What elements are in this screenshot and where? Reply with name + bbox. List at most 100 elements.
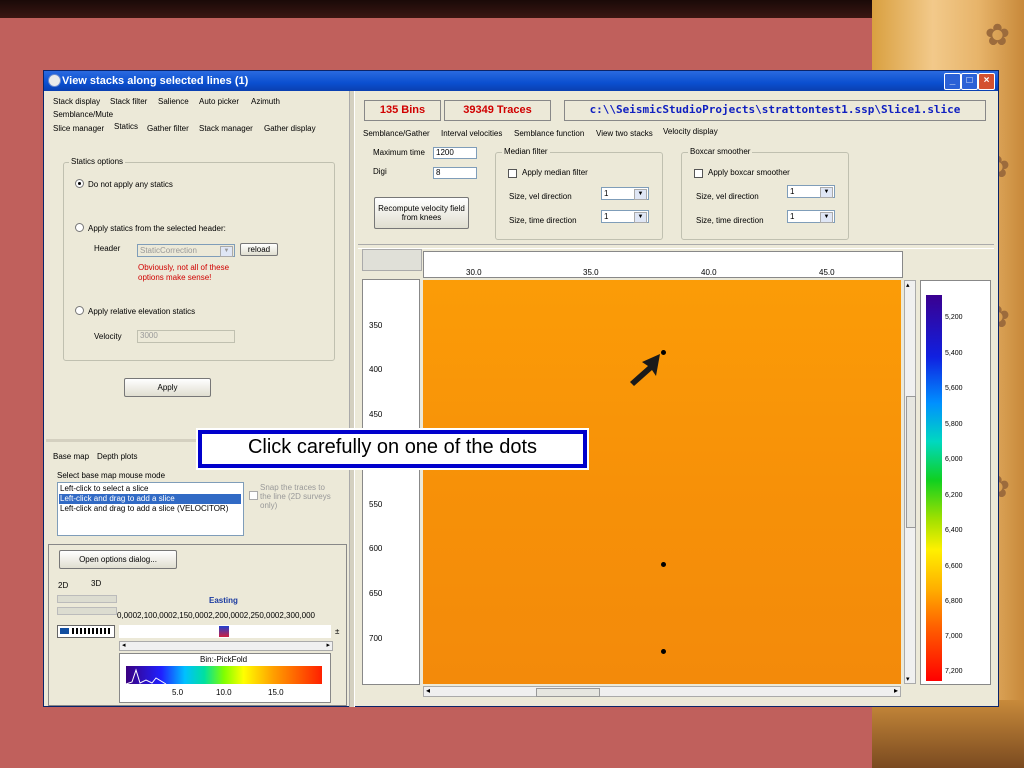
velocity-heatmap[interactable] <box>423 280 901 684</box>
scroll-down-icon[interactable]: ▾ <box>906 675 910 683</box>
tab-interval-velocities[interactable]: Interval velocities <box>441 129 502 138</box>
tab-semblance-mute[interactable]: Semblance/Mute <box>53 110 113 119</box>
plot-corner <box>362 249 422 271</box>
tab-3d[interactable]: 3D <box>91 579 101 588</box>
scroll-up-down-icon[interactable]: ± <box>335 627 339 636</box>
colorbar-tick: 5,200 <box>945 314 963 321</box>
mouse-mode-label: Select base map mouse mode <box>57 471 166 480</box>
title-bar[interactable]: View stacks along selected lines (1) _ □… <box>44 71 998 91</box>
easting-ticks: 0,0002,100,0002,150,0002,200,0002,250,00… <box>117 611 315 620</box>
map-scrollbar[interactable] <box>57 607 117 615</box>
reload-button[interactable]: reload <box>240 243 278 256</box>
map-scrollbar[interactable] <box>57 595 117 603</box>
open-options-button[interactable]: Open options dialog... <box>59 550 177 569</box>
radio-no-statics-label: Do not apply any statics <box>88 180 173 189</box>
tab-slice-manager[interactable]: Slice manager <box>53 124 104 133</box>
radio-header-statics[interactable] <box>75 223 84 232</box>
tab-gather-filter[interactable]: Gather filter <box>147 124 189 133</box>
radio-elevation-statics[interactable] <box>75 306 84 315</box>
velocity-label: Velocity <box>94 332 122 341</box>
colorbar-tick: 5,400 <box>945 350 963 357</box>
snap-label-2: the line (2D surveys <box>260 492 331 501</box>
radio-no-statics[interactable] <box>75 179 84 188</box>
easting-label: Easting <box>209 596 238 605</box>
map-tool-icon <box>60 628 69 634</box>
digi-label: Digi <box>373 167 387 176</box>
scroll-right-icon[interactable]: ▸ <box>894 686 898 695</box>
window-title: View stacks along selected lines (1) <box>62 75 249 87</box>
y-tick: 600 <box>369 544 383 553</box>
tab-view-two-stacks[interactable]: View two stacks <box>596 129 653 138</box>
median-filter-checkbox[interactable] <box>508 169 517 178</box>
digi-input[interactable]: 8 <box>433 167 477 179</box>
boxcar-time-select[interactable]: 1 ▼ <box>787 210 835 223</box>
plot-hscrollbar[interactable]: ◂ ▸ <box>423 686 901 697</box>
tab-semblance-function[interactable]: Semblance function <box>514 129 584 138</box>
close-button[interactable]: × <box>978 73 995 90</box>
scroll-right-icon[interactable]: ▸ <box>326 641 330 649</box>
list-item-selected[interactable]: Left-click and drag to add a slice <box>60 494 175 503</box>
tab-base-map[interactable]: Base map <box>53 452 89 461</box>
mouse-mode-list[interactable]: Left-click to select a slice Left-click … <box>57 482 244 536</box>
instruction-text: Click carefully on one of the dots <box>202 434 583 464</box>
hscroll-thumb[interactable] <box>536 688 600 697</box>
boxcar-time-value: 1 <box>790 212 795 221</box>
scroll-left-icon[interactable]: ◂ <box>122 641 126 649</box>
snap-checkbox[interactable] <box>249 491 258 500</box>
tab-depth-plots[interactable]: Depth plots <box>97 452 137 461</box>
map-view[interactable] <box>119 625 331 638</box>
y-tick: 700 <box>369 634 383 643</box>
boxcar-vel-select[interactable]: 1 ▼ <box>787 185 835 198</box>
median-filter-title: Median filter <box>502 147 550 156</box>
list-item[interactable]: Left-click to select a slice <box>60 484 148 493</box>
base-map-panel: Base map Depth plots Select base map mou… <box>46 439 349 710</box>
minimize-button[interactable]: _ <box>944 73 961 90</box>
max-time-label: Maximum time <box>373 148 426 157</box>
map-toolbar-icon[interactable] <box>57 625 115 638</box>
velocity-knee-dot[interactable] <box>661 649 666 654</box>
apply-button[interactable]: Apply <box>124 378 211 397</box>
x-tick: 35.0 <box>583 268 599 277</box>
slide-bottom-decoration <box>872 700 1024 768</box>
colorbar-tick: 7,200 <box>945 668 963 675</box>
statics-options-title: Statics options <box>69 157 126 166</box>
tab-stack-manager[interactable]: Stack manager <box>199 124 253 133</box>
tab-statics[interactable]: Statics <box>114 122 138 131</box>
tab-gather-display[interactable]: Gather display <box>264 124 316 133</box>
chevron-down-icon: ▼ <box>820 187 833 198</box>
tab-stack-filter[interactable]: Stack filter <box>110 97 147 106</box>
tab-azimuth[interactable]: Azimuth <box>251 97 280 106</box>
header-select[interactable]: StaticCorrection ▼ <box>137 244 235 257</box>
median-time-select[interactable]: 1 ▼ <box>601 210 649 223</box>
plot-vscrollbar[interactable]: ▴ ▾ <box>904 280 916 684</box>
tab-2d[interactable]: 2D <box>58 581 68 590</box>
map-hscrollbar[interactable]: ◂ ▸ <box>119 641 333 651</box>
colorbar-tick: 6,600 <box>945 563 963 570</box>
legend-tick: 5.0 <box>172 688 184 697</box>
scroll-left-icon[interactable]: ◂ <box>426 686 430 695</box>
tab-salience[interactable]: Salience <box>158 97 189 106</box>
tab-semblance-gather[interactable]: Semblance/Gather <box>363 129 430 138</box>
velocity-knee-dot[interactable] <box>661 562 666 567</box>
y-tick: 450 <box>369 410 383 419</box>
maximize-button[interactable]: □ <box>961 73 978 90</box>
max-time-input[interactable]: 1200 <box>433 147 477 159</box>
header-select-value: StaticCorrection <box>140 246 197 255</box>
list-item[interactable]: Left-click and drag to add a slice (VELO… <box>60 504 228 513</box>
median-filter-checkbox-label: Apply median filter <box>522 168 588 177</box>
recompute-velocity-button[interactable]: Recompute velocity field from knees <box>374 197 469 229</box>
median-vel-select[interactable]: 1 ▼ <box>601 187 649 200</box>
scroll-thumb[interactable] <box>906 396 916 528</box>
colorbar-tick: 5,600 <box>945 385 963 392</box>
splitter[interactable] <box>349 91 355 707</box>
map-marker-icon <box>219 626 229 637</box>
tab-stack-display[interactable]: Stack display <box>53 97 100 106</box>
velocity-input[interactable]: 3000 <box>137 330 235 343</box>
colorbar-tick: 6,200 <box>945 492 963 499</box>
tab-auto-picker[interactable]: Auto picker <box>199 97 239 106</box>
boxcar-checkbox[interactable] <box>694 169 703 178</box>
scroll-up-icon[interactable]: ▴ <box>906 281 910 289</box>
median-time-label: Size, time direction <box>509 216 577 225</box>
tab-velocity-display[interactable]: Velocity display <box>663 127 718 136</box>
colorbar-tick: 6,400 <box>945 527 963 534</box>
